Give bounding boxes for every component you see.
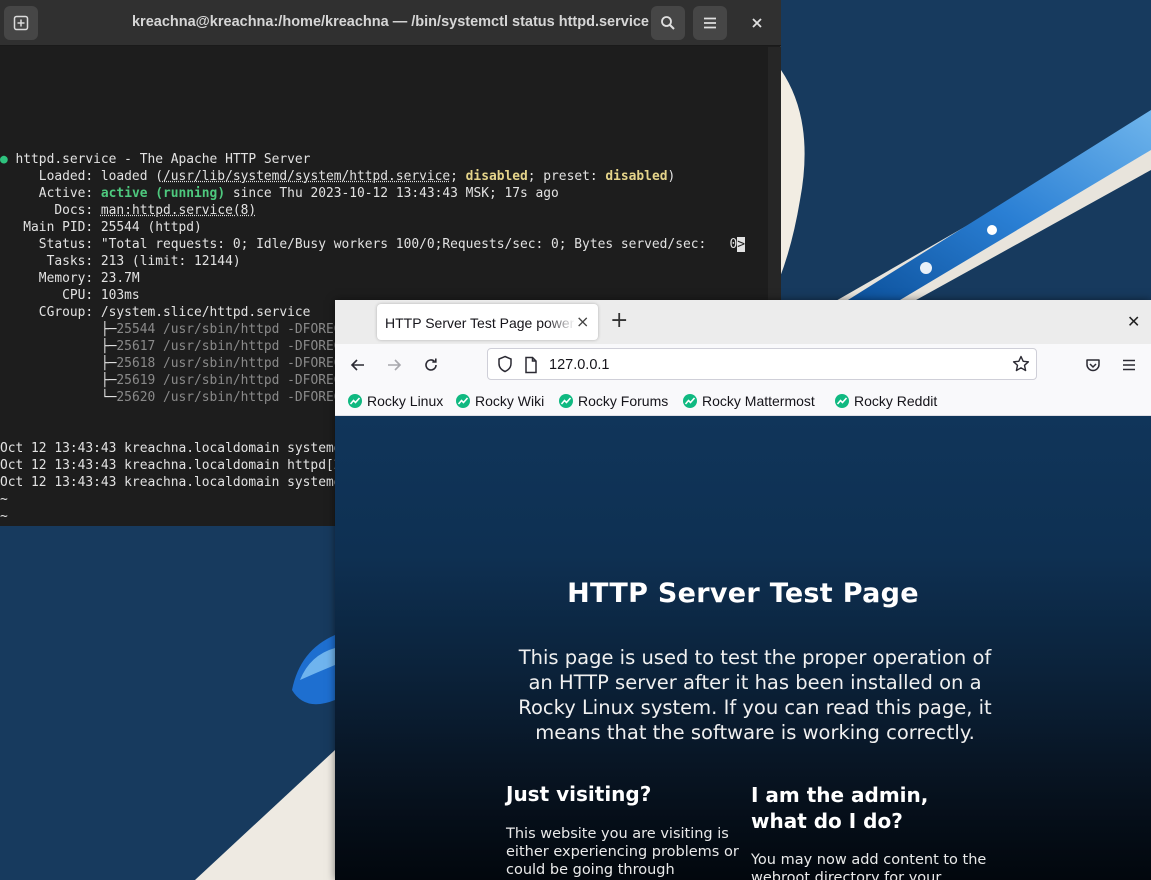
tilde-line: ~	[0, 492, 8, 507]
page-intro: This page is used to test the proper ope…	[518, 646, 992, 744]
app-menu-button[interactable]	[1116, 352, 1142, 378]
preset-state: disabled	[605, 169, 668, 184]
page-title-bold: Test Page	[769, 578, 919, 609]
bookmark-rocky-wiki[interactable]: Rocky Wiki	[456, 391, 544, 411]
terminal-line: ● httpd.service - The Apache HTTP Server	[0, 151, 310, 168]
rocky-logo-icon	[456, 394, 470, 408]
loaded-label: Loaded: loaded (	[0, 169, 163, 184]
page-info-icon[interactable]	[522, 355, 540, 379]
tab-bar: HTTP Server Test Page powered by Rocky L…	[335, 300, 1151, 344]
rocky-logo-icon	[348, 394, 362, 408]
browser-window[interactable]: HTTP Server Test Page powered by Rocky L…	[335, 300, 1151, 880]
terminal-line: Docs: man:httpd.service(8)	[0, 202, 256, 219]
terminal-line: Tasks: 213 (limit: 12144)	[0, 254, 241, 269]
rocky-logo-icon	[559, 394, 573, 408]
visitor-heading: Just visiting?	[506, 782, 652, 806]
terminal-line: ├─25617 /usr/sbin/httpd -DFOREGROUND	[0, 338, 380, 355]
url-text[interactable]: 127.0.0.1	[549, 357, 609, 373]
terminal-line: Main PID: 25544 (httpd)	[0, 220, 202, 235]
admin-text: You may now add content to the webroot d…	[751, 852, 987, 880]
forward-button[interactable]	[381, 352, 407, 378]
terminal-line: Active: active (running) since Thu 2023-…	[0, 185, 559, 202]
tree-branch: ├─	[0, 322, 117, 337]
active-state: active (running)	[100, 186, 226, 201]
new-tab-button[interactable]: +	[610, 309, 628, 333]
close-icon	[752, 18, 762, 28]
tree-branch: ├─	[0, 373, 117, 388]
pocket-icon	[1086, 359, 1100, 372]
terminal-line: ├─25619 /usr/sbin/httpd -DFOREGROUND	[0, 372, 380, 389]
menu-button[interactable]	[693, 6, 727, 40]
terminal-line: Status: "Total requests: 0; Idle/Busy wo…	[0, 236, 746, 253]
bookmark-label: Rocky Forums	[578, 393, 669, 409]
search-button[interactable]	[651, 6, 685, 40]
arrow-left-icon	[350, 359, 364, 371]
terminal-line: Memory: 23.7M	[0, 271, 140, 286]
star-icon	[1012, 355, 1030, 372]
tree-branch: ├─	[0, 356, 117, 371]
search-icon	[661, 16, 675, 30]
status-text: Status: "Total requests: 0; Idle/Busy wo…	[0, 237, 738, 252]
bookmark-label: Rocky Linux	[367, 393, 444, 409]
bookmark-rocky-linux[interactable]: Rocky Linux	[348, 391, 443, 411]
status-dot: ●	[0, 152, 8, 167]
shield-icon	[498, 355, 512, 373]
active-label: Active:	[0, 186, 101, 201]
page-title: HTTP Server Test Page	[335, 578, 1151, 609]
tracking-protection-icon[interactable]	[495, 354, 515, 378]
bookmark-label: Rocky Mattermost	[702, 393, 815, 409]
terminal-line: CPU: 103ms	[0, 288, 140, 303]
bookmarks-toolbar: Rocky Linux Rocky Wiki Rocky Forums Rock…	[335, 385, 1151, 416]
rocky-logo-icon	[683, 394, 697, 408]
page-title-light: HTTP Server	[567, 578, 770, 609]
address-bar[interactable]: 127.0.0.1	[487, 348, 1037, 380]
terminal-line: ├─25544 /usr/sbin/httpd -DFOREGROUND	[0, 321, 380, 338]
reload-icon	[425, 358, 437, 371]
visitor-text: This website you are visiting is either …	[506, 826, 739, 878]
terminal-line: └─25620 /usr/sbin/httpd -DFOREGROUND	[0, 389, 380, 406]
arrow-right-icon	[388, 359, 402, 371]
tilde-line: ~	[0, 509, 8, 524]
admin-heading: I am the admin, what do I do?	[751, 783, 929, 833]
hamburger-icon	[704, 17, 716, 29]
pocket-button[interactable]	[1080, 352, 1106, 378]
reload-button[interactable]	[418, 352, 444, 378]
service-description: httpd.service - The Apache HTTP Server	[7, 152, 311, 167]
page-content: HTTP Server Test Page This page is used …	[335, 416, 1151, 880]
navigation-toolbar: 127.0.0.1	[335, 344, 1151, 385]
separator-text: ;	[450, 169, 466, 184]
terminal-line: Loaded: loaded (/usr/lib/systemd/system/…	[0, 168, 675, 185]
active-since: since Thu 2023-10-12 13:43:43 MSK; 17s a…	[225, 186, 559, 201]
tree-branch: └─	[0, 390, 117, 405]
terminal-headerbar: kreachna@kreachna:/home/kreachna — /bin/…	[0, 0, 781, 46]
tab-close-icon[interactable]: ×	[576, 312, 589, 331]
bookmark-label: Rocky Wiki	[475, 393, 545, 409]
terminal-line: ├─25618 /usr/sbin/httpd -DFOREGROUND	[0, 355, 380, 372]
browser-tab[interactable]: HTTP Server Test Page powered by Rocky L…	[377, 304, 598, 340]
rocky-logo-icon	[835, 394, 849, 408]
bookmark-rocky-forums[interactable]: Rocky Forums	[559, 391, 668, 411]
line-overflow-marker: >	[737, 237, 746, 252]
enabled-state: disabled	[465, 169, 528, 184]
docs-link[interactable]: man:httpd.service(8)	[101, 203, 256, 218]
closing-paren: )	[667, 169, 676, 184]
close-button[interactable]	[744, 10, 770, 36]
page-icon	[525, 356, 537, 374]
back-button[interactable]	[345, 352, 371, 378]
tree-branch: ├─	[0, 339, 117, 354]
tab-title: HTTP Server Test Page powered by Rocky L…	[385, 315, 575, 331]
unit-file-path: /usr/lib/systemd/system/httpd.service	[162, 169, 451, 184]
bookmark-star-button[interactable]	[1011, 354, 1031, 378]
hamburger-icon	[1123, 359, 1135, 371]
preset-label: ; preset:	[527, 169, 606, 184]
bookmark-rocky-reddit[interactable]: Rocky Reddit	[835, 391, 937, 411]
docs-label: Docs:	[0, 203, 101, 218]
bookmark-label: Rocky Reddit	[854, 393, 938, 409]
bookmark-rocky-mattermost[interactable]: Rocky Mattermost	[683, 391, 815, 411]
window-close-button[interactable]: ✕	[1127, 312, 1140, 331]
terminal-line: CGroup: /system.slice/httpd.service	[0, 305, 311, 320]
